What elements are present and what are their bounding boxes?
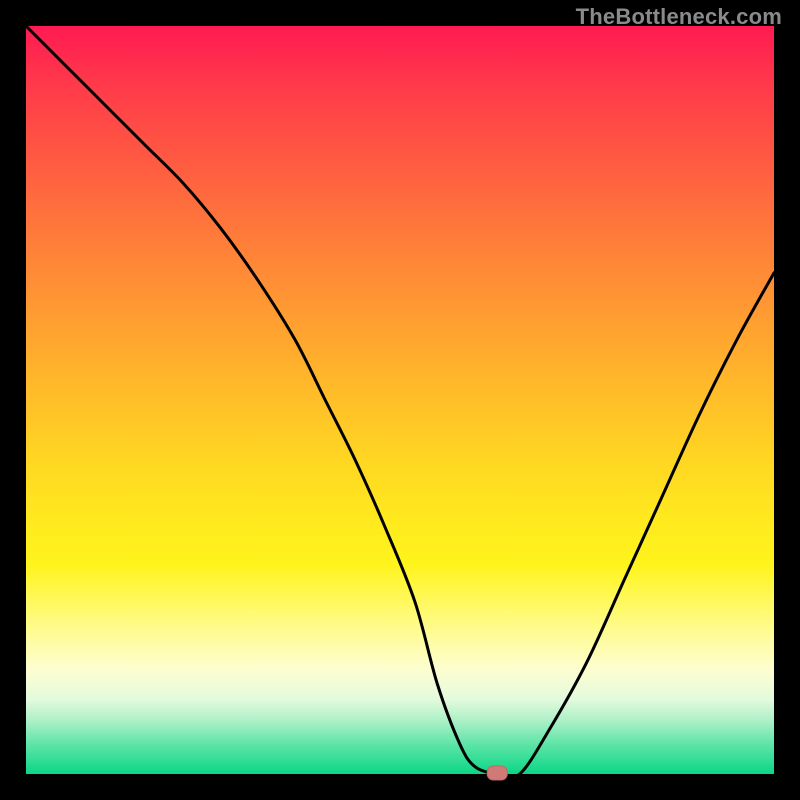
watermark-text: TheBottleneck.com (576, 4, 782, 30)
plot-area (26, 26, 774, 774)
optimal-marker (487, 766, 507, 780)
chart-frame: TheBottleneck.com (0, 0, 800, 800)
plot-svg (26, 26, 774, 774)
bottleneck-curve (26, 26, 774, 778)
